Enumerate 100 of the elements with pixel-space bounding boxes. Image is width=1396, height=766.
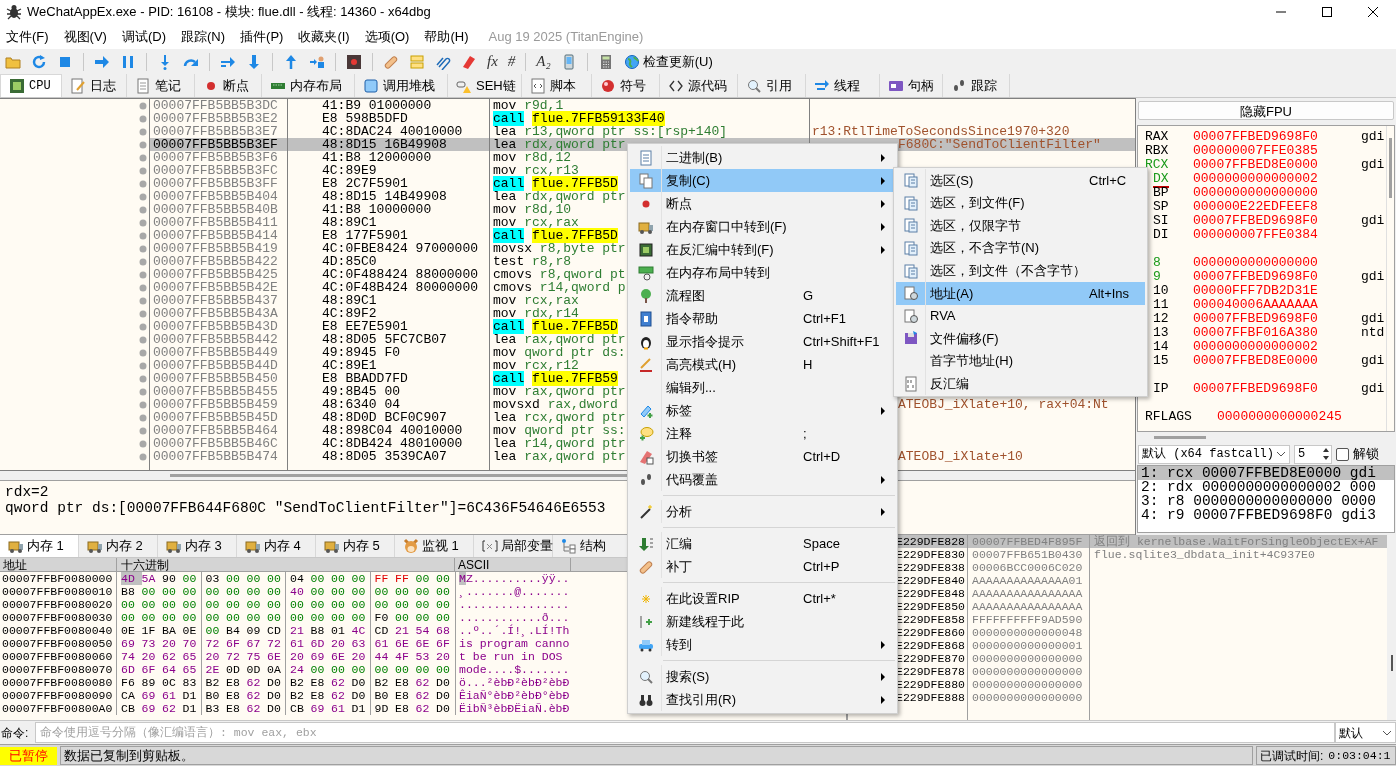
register-name[interactable]: IP [1153, 380, 1169, 396]
breakpoint-dot-icon[interactable] [139, 179, 147, 188]
menu-item[interactable]: 插件(P) [239, 26, 285, 47]
menu-item[interactable]: 调试(D) [120, 26, 167, 47]
breakpoint-dot-icon[interactable] [139, 205, 147, 214]
breakpoint-dot-icon[interactable] [139, 192, 147, 201]
menu-item[interactable]: 新建线程于此 [630, 610, 895, 633]
argument-row[interactable]: 4: r9 00007FFBED9698F0 gdi3 [1138, 507, 1394, 522]
check-update-button[interactable]: 检查更新(U) [621, 51, 715, 72]
menu-item[interactable]: 在内存窗口中转到(F) [630, 215, 895, 238]
register-name[interactable]: 9 [1153, 268, 1161, 284]
breakpoint-dot-icon[interactable] [139, 101, 147, 110]
register-name[interactable]: 14 [1153, 338, 1169, 354]
register-name[interactable]: 10 [1153, 282, 1169, 298]
menu-item[interactable]: 显示指令提示 Ctrl+Shift+F1 [630, 330, 895, 353]
breakpoint-dot-icon[interactable] [139, 335, 147, 344]
menu-item[interactable]: 编辑列... [630, 376, 895, 399]
breakpoint-dot-icon[interactable] [139, 218, 147, 227]
menu-item[interactable]: 搜索(S) [630, 665, 895, 688]
column-header[interactable]: ASCII [458, 558, 490, 572]
register-name[interactable]: DI [1153, 226, 1169, 242]
argument-row[interactable]: 3: r8 0000000000000000 0000 [1138, 493, 1394, 508]
breakpoint-dot-icon[interactable] [139, 452, 147, 461]
register-name[interactable]: SP [1153, 198, 1169, 214]
menu-item[interactable]: 反汇编 [896, 372, 1145, 395]
breakpoint-dot-icon[interactable] [139, 257, 147, 266]
breakpoint-dot-icon[interactable] [139, 140, 147, 149]
column-header[interactable]: 十六进制 [121, 558, 169, 572]
breakpoint-dot-icon[interactable] [139, 309, 147, 318]
menu-item[interactable]: 跟踪(N) [180, 26, 227, 47]
menu-item[interactable]: 选项(O) [363, 26, 411, 47]
breakpoint-dot-icon[interactable] [139, 166, 147, 175]
register-name[interactable]: 11 [1153, 296, 1169, 312]
menu-item[interactable]: 复制(C) [630, 169, 895, 192]
breakpoint-dot-icon[interactable] [139, 296, 147, 305]
tab[interactable]: CPU [0, 74, 62, 97]
menu-item[interactable]: 代码覆盖 [630, 468, 895, 491]
register-name[interactable]: 13 [1153, 324, 1169, 340]
argument-count-spinbox[interactable]: 5 [1294, 444, 1332, 464]
breakpoint-dot-icon[interactable] [139, 374, 147, 383]
breakpoint-dot-icon[interactable] [139, 127, 147, 136]
toolbar-button[interactable]: A₂ [534, 51, 553, 72]
register-name[interactable]: DX [1153, 170, 1169, 188]
register-name[interactable]: 12 [1153, 310, 1169, 326]
column-header[interactable]: 地址 [3, 558, 27, 572]
menu-item[interactable]: 切换书签 Ctrl+D [630, 445, 895, 468]
menu-item[interactable]: 查找引用(R) [630, 688, 895, 711]
register-name[interactable]: RCX [1145, 156, 1169, 172]
menu-item[interactable]: 注释 ; [630, 422, 895, 445]
menu-item[interactable]: 转到 [630, 633, 895, 656]
breakpoint-dot-icon[interactable] [139, 283, 147, 292]
menu-item[interactable]: 选区，仅限字节 [896, 214, 1145, 237]
menu-item[interactable]: 首字节地址(H) [896, 349, 1145, 373]
register-name[interactable]: RBX [1145, 142, 1169, 158]
unlock-checkbox[interactable] [1336, 447, 1349, 461]
menu-item[interactable]: 在反汇编中转到(F) [630, 238, 895, 261]
breakpoint-dot-icon[interactable] [139, 426, 147, 435]
breakpoint-dot-icon[interactable] [139, 439, 147, 448]
breakpoint-dot-icon[interactable] [139, 231, 147, 240]
menu-item[interactable]: 标签 [630, 399, 895, 422]
menu-item[interactable]: 选区，到文件(F) [896, 191, 1145, 215]
menu-item[interactable]: 选区(S) Ctrl+C [896, 169, 1145, 192]
menu-item[interactable]: 地址(A) Alt+Ins [896, 281, 1145, 305]
toolbar-button[interactable]: fx [485, 51, 500, 72]
menu-item[interactable]: RVA [896, 304, 1145, 328]
menu-item[interactable]: 选区，到文件（不含字节） [896, 259, 1145, 282]
menu-item[interactable]: 指令帮助 Ctrl+F1 [630, 307, 895, 330]
menu-item[interactable]: 视图(V) [62, 26, 108, 47]
register-name[interactable]: SI [1153, 212, 1169, 228]
menu-item[interactable]: 补丁 Ctrl+P [630, 555, 895, 578]
calling-convention-dropdown[interactable]: 默认 (x64 fastcall) [1138, 444, 1290, 464]
breakpoint-dot-icon[interactable] [139, 413, 147, 422]
menu-item[interactable]: 文件(F) [5, 26, 50, 47]
menu-item[interactable]: 选区，不含字节(N) [896, 236, 1145, 260]
argument-row[interactable]: 2: rdx 0000000000000002 000 [1138, 479, 1394, 494]
command-input-field[interactable]: 命令使用逗号分隔（像汇编语言）: mov eax, ebx [35, 722, 1335, 743]
argument-row[interactable]: 1: rcx 00007FFBED8E0000 gdi [1138, 465, 1394, 480]
mode-dropdown[interactable]: 默认 [1335, 722, 1396, 743]
hide-fpu-button[interactable]: 隐藏FPU [1138, 101, 1394, 120]
breakpoint-dot-icon[interactable] [139, 244, 147, 253]
tab[interactable]: 内存 1 [0, 535, 79, 557]
register-name[interactable]: 15 [1153, 352, 1169, 368]
menu-item[interactable]: 在此设置RIP Ctrl+* [630, 587, 895, 610]
menu-item[interactable]: 在内存布局中转到 [630, 261, 895, 284]
breakpoint-dot-icon[interactable] [139, 400, 147, 409]
breakpoint-dot-icon[interactable] [139, 361, 147, 370]
breakpoint-dot-icon[interactable] [139, 387, 147, 396]
toolbar-button[interactable]: # [505, 51, 518, 72]
breakpoint-dot-icon[interactable] [139, 114, 147, 123]
breakpoint-dot-icon[interactable] [139, 270, 147, 279]
breakpoint-dot-icon[interactable] [139, 153, 147, 162]
menu-item[interactable]: 断点 [630, 192, 895, 215]
breakpoint-dot-icon[interactable] [139, 322, 147, 331]
menu-item[interactable]: 收藏夹(I) [297, 26, 351, 47]
menu-item[interactable]: 分析 [630, 500, 895, 523]
menu-item[interactable]: 流程图 G [630, 284, 895, 307]
menu-item[interactable]: 帮助(H) [423, 26, 470, 47]
breakpoint-dot-icon[interactable] [139, 348, 147, 357]
register-name[interactable]: 8 [1153, 254, 1161, 270]
menu-item[interactable]: 文件偏移(F) [896, 327, 1145, 350]
